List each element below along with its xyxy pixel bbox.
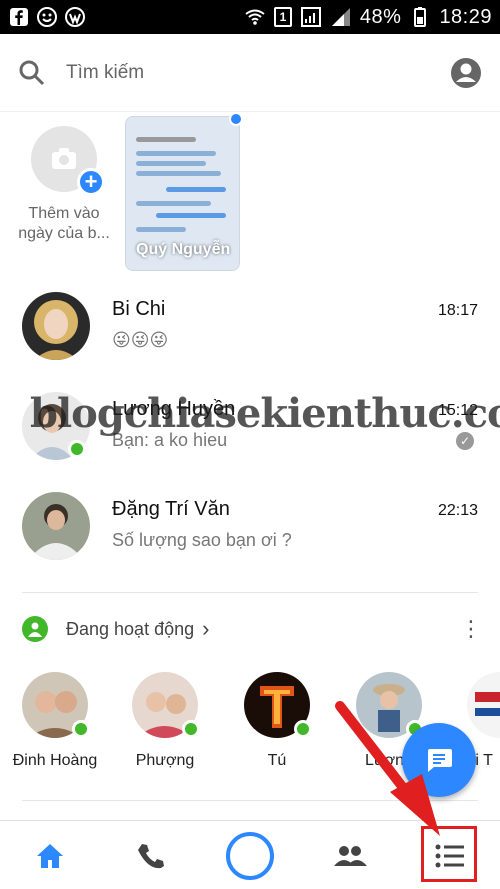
app-notification-icon <box>37 7 57 27</box>
conversation-row[interactable]: Bi Chi 😜😜😜 18:17 <box>0 292 500 392</box>
nav-home[interactable] <box>10 821 90 889</box>
online-indicator <box>182 720 200 738</box>
search-icon[interactable] <box>18 59 46 87</box>
status-bar: 1 48% 18:29 <box>0 0 500 34</box>
shield-notification-icon <box>65 7 85 27</box>
avatar <box>467 672 500 738</box>
online-indicator <box>68 440 86 458</box>
nav-calls[interactable] <box>110 821 190 889</box>
active-person-name: Phượng <box>135 752 195 769</box>
active-person[interactable]: Tú <box>232 672 322 770</box>
search-bar[interactable]: Tìm kiếm <box>0 34 500 112</box>
avatar <box>22 492 90 560</box>
conversation-name: Đặng Trí Văn <box>112 498 230 520</box>
add-story-button[interactable]: + Thêm vào ngày của b... <box>14 126 114 244</box>
add-story-label: Thêm vào ngày của b... <box>18 205 110 242</box>
clock: 18:29 <box>439 5 492 28</box>
conversation-name: Bi Chi <box>112 298 166 320</box>
watermark: blogchiasekienthuc.com <box>30 390 500 437</box>
add-story-avatar: + <box>31 126 105 196</box>
active-person[interactable]: Phượng <box>120 672 210 770</box>
battery-icon <box>414 7 427 27</box>
conversation-message: 😜😜😜 <box>112 330 169 350</box>
highlight-box <box>421 826 477 882</box>
avatar <box>22 292 90 360</box>
add-plus-icon: + <box>77 168 105 196</box>
avatar <box>132 672 200 738</box>
camera-icon <box>226 831 274 880</box>
more-options-icon[interactable]: ⋮ <box>460 618 482 640</box>
person-icon <box>22 616 48 642</box>
camera-icon <box>52 148 76 169</box>
active-person-name: Tú <box>267 752 287 769</box>
conversation-message: Số lượng sao bạn ơi ? <box>112 530 292 550</box>
facebook-notification-icon <box>10 8 28 26</box>
conversation-row[interactable]: Đặng Trí Văn Số lượng sao bạn ơi ? 22:13 <box>0 492 500 592</box>
avatar <box>244 672 312 738</box>
active-now-label: Đang hoạt động <box>66 618 195 639</box>
active-person-name: Đinh Hoàng <box>12 752 98 769</box>
chat-bubble-icon <box>428 749 452 772</box>
battery-percent: 48% <box>359 5 402 28</box>
signal-strength-icon <box>331 8 350 26</box>
avatar <box>356 672 424 738</box>
people-icon <box>334 845 367 866</box>
phone-icon <box>138 843 164 868</box>
divider <box>22 800 478 801</box>
chevron-right-icon: › <box>202 616 210 641</box>
story-author-name: Quý Nguyễn <box>136 241 231 258</box>
divider <box>22 592 478 593</box>
sim-badge: 1 <box>273 7 292 27</box>
story-unseen-dot <box>229 112 243 126</box>
active-person[interactable]: Đinh Hoàng <box>10 672 100 770</box>
avatar <box>22 672 90 738</box>
online-indicator <box>72 720 90 738</box>
online-indicator <box>294 720 312 738</box>
conversation-time: 18:17 <box>437 302 478 319</box>
conversation-time: 22:13 <box>437 502 478 519</box>
story-card[interactable]: Quý Nguyễn <box>125 116 240 271</box>
home-icon <box>37 843 63 868</box>
compose-button[interactable] <box>402 723 476 797</box>
signal-icon <box>300 7 321 27</box>
wifi-icon <box>245 9 265 25</box>
nav-people[interactable] <box>310 821 390 889</box>
messenger-screen: 1 48% 18:29 Tìm kiếm + Thêm vào ngày của… <box>0 0 500 889</box>
nav-camera[interactable] <box>210 821 290 889</box>
stories-row: + Thêm vào ngày của b... Quý Nguyễn <box>0 112 500 282</box>
search-input[interactable]: Tìm kiếm <box>66 62 450 84</box>
active-now-header[interactable]: Đang hoạt động › ⋮ <box>22 614 482 644</box>
profile-icon[interactable] <box>450 57 482 89</box>
